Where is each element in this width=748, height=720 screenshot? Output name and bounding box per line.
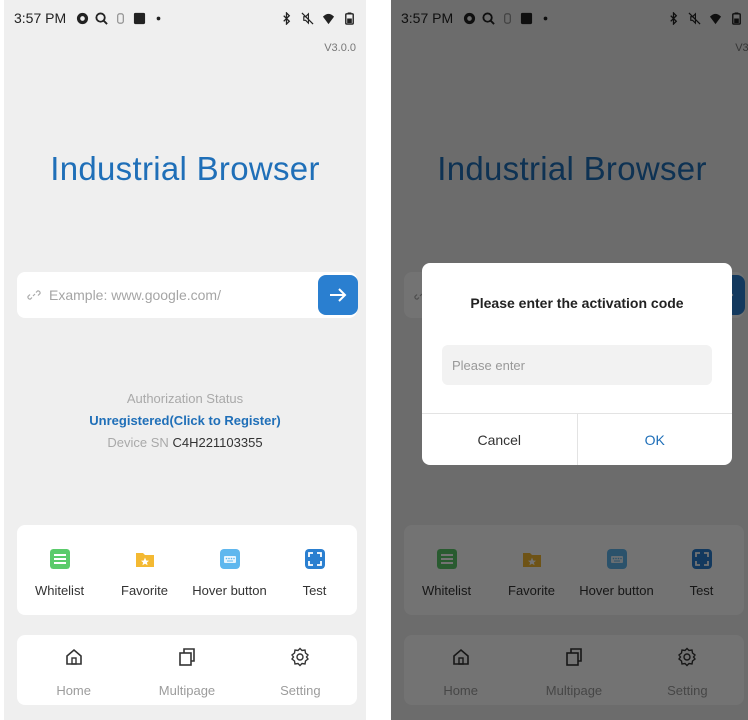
cancel-button[interactable]: Cancel [422, 414, 578, 465]
app-version: V3.0.0 [324, 42, 356, 54]
nav-label: Multipage [158, 683, 216, 698]
main-screen: 3:57 PM V3.0.0 Industrial Browser Exampl… [4, 0, 366, 720]
activation-code-input[interactable] [442, 345, 712, 385]
authorization-block: Authorization Status Unregistered(Click … [4, 388, 366, 454]
home-icon [65, 648, 82, 665]
quick-action-test[interactable]: Test [272, 525, 357, 615]
nav-label: Home [56, 683, 91, 698]
status-bar: 3:57 PM [4, 0, 366, 36]
keyboard-icon [219, 549, 240, 569]
dot-icon [156, 16, 161, 20]
nav-item-home[interactable]: Home [17, 635, 130, 705]
scan-icon [304, 549, 325, 569]
nav-item-setting[interactable]: Setting [244, 635, 357, 705]
multipage-icon [179, 648, 195, 666]
activation-dialog: Please enter the activation code Cancel … [422, 263, 732, 465]
battery-icon [345, 11, 354, 25]
wifi-icon [322, 13, 335, 24]
url-bar [17, 272, 358, 318]
quick-action-favorite[interactable]: Favorite [102, 525, 187, 615]
arrow-right-icon [330, 288, 347, 302]
device-sn-value: C4H221103355 [172, 435, 263, 450]
device-sn-row: Device SN C4H221103355 [4, 432, 366, 454]
hand-icon [117, 12, 124, 24]
mute-icon [301, 12, 314, 24]
quick-action-label: Favorite [121, 583, 168, 598]
zoom-icon [95, 11, 108, 25]
dialog-actions: Cancel OK [422, 413, 732, 465]
device-sn-label: Device SN [107, 435, 169, 450]
bluetooth-icon [283, 11, 291, 25]
quick-actions-panel: Whitelist Favorite Hover button Test [17, 525, 357, 615]
url-input[interactable] [49, 287, 299, 303]
ok-button[interactable]: OK [578, 414, 733, 465]
quick-action-label: Whitelist [34, 583, 85, 598]
quick-action-whitelist[interactable]: Whitelist [17, 525, 102, 615]
link-icon [27, 290, 41, 300]
dialog-title: Please enter the activation code [470, 295, 684, 311]
folder-star-icon [135, 553, 154, 567]
bottom-nav: Home Multipage Setting [17, 635, 357, 705]
app-badge-icon [77, 12, 89, 24]
nav-item-multipage[interactable]: Multipage [130, 635, 243, 705]
register-link[interactable]: Unregistered(Click to Register) [4, 410, 366, 432]
activation-dialog-screen: 3:57 PM V3.0.0 Industrial Browser [391, 0, 748, 720]
square-icon [134, 12, 146, 24]
auth-status-label: Authorization Status [126, 391, 244, 406]
gear-icon [291, 647, 310, 667]
status-time: 3:57 PM [14, 10, 67, 26]
nav-label: Setting [280, 683, 321, 698]
list-icon [49, 549, 70, 569]
quick-action-hover-button[interactable]: Hover button [187, 525, 272, 615]
app-title: Industrial Browser [50, 150, 320, 187]
quick-action-label: Test [302, 583, 327, 598]
quick-action-label: Hover button [192, 583, 267, 598]
go-button[interactable] [318, 275, 358, 315]
comparison-stage: 3:57 PM V3.0.0 Industrial Browser Exampl… [0, 0, 748, 720]
